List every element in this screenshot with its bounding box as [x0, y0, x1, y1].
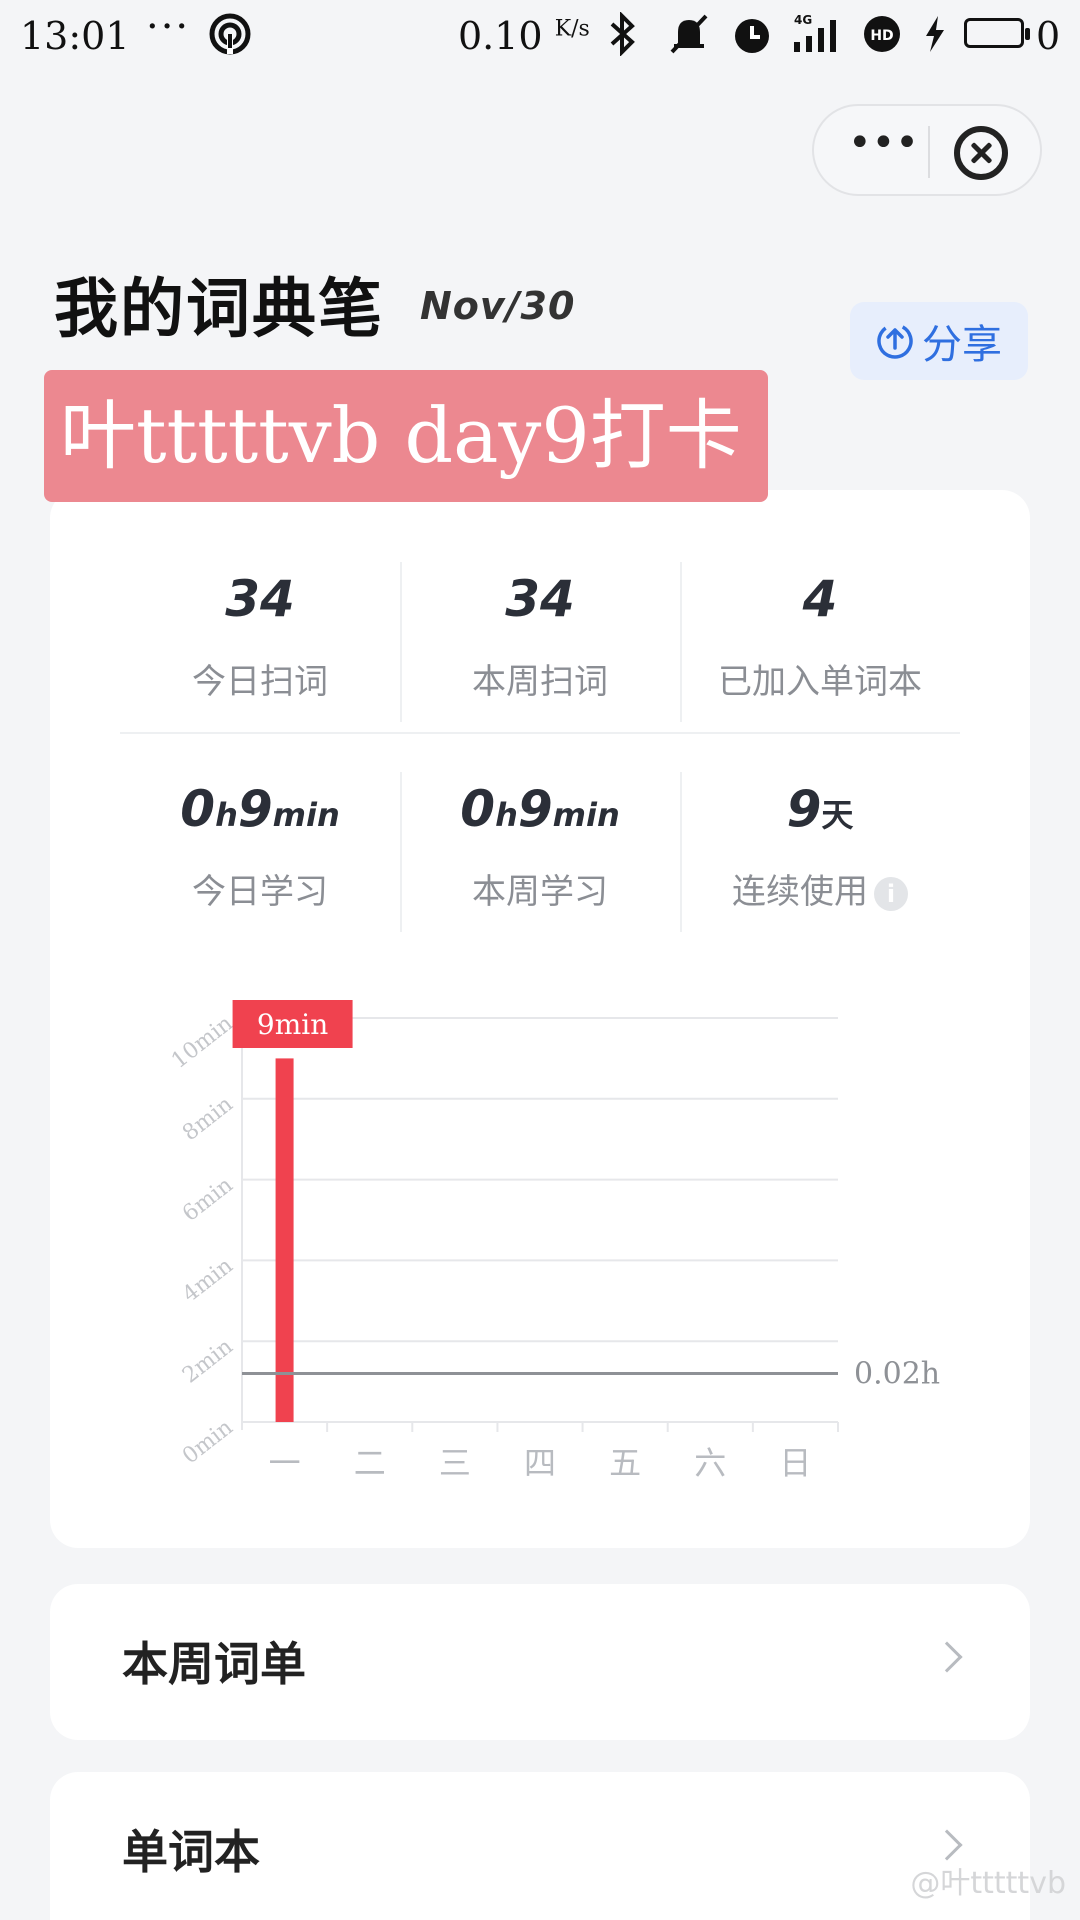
- stat-value: 4: [802, 570, 838, 628]
- y-tick-label: 8min: [178, 1092, 238, 1146]
- date-label: Nov/30: [420, 284, 576, 328]
- share-label: 分享: [922, 322, 1002, 368]
- chevron-right-icon: [931, 1829, 963, 1861]
- stats-row-study: 0h9min 今日学习 0h9min 本周学习 9天 连续使用 i: [120, 772, 960, 942]
- stat-wordbook-added: 4 已加入单词本: [680, 562, 960, 732]
- stat-label: 今日扫词: [192, 662, 328, 702]
- bar-label: 9min: [257, 1008, 328, 1041]
- capsule-divider: [928, 126, 930, 178]
- x-tick-label: 三: [439, 1444, 471, 1482]
- status-bar: 13:01 ··· 0.10 K/s 4G HD 0: [0, 0, 1080, 72]
- x-tick-label: 一: [269, 1444, 301, 1482]
- stats-row-scans: 34 今日扫词 34 本周扫词 4 已加入单词本: [120, 562, 960, 732]
- svg-text:4G: 4G: [794, 13, 812, 27]
- x-tick-label: 日: [779, 1444, 811, 1482]
- stat-value: 9天: [786, 780, 854, 838]
- close-icon[interactable]: [954, 126, 1008, 180]
- share-icon: [877, 323, 913, 359]
- charging-icon: [926, 16, 944, 52]
- stat-value: 0h9min: [460, 780, 620, 838]
- info-icon[interactable]: i: [874, 876, 908, 911]
- page-title: 我的词典笔: [54, 273, 384, 347]
- network-speed: 0.10 K/s: [458, 14, 590, 58]
- list-item-label: 本周词单: [122, 1637, 306, 1691]
- stat-value: 34: [505, 570, 575, 628]
- list-item-label: 单词本: [122, 1825, 260, 1879]
- stat-value: 34: [225, 570, 295, 628]
- bluetooth-icon: [610, 12, 635, 56]
- battery-level: 0: [1036, 14, 1061, 58]
- hd-voice-icon: HD: [864, 16, 900, 52]
- weekly-wordlist-item[interactable]: 本周词单: [50, 1584, 1030, 1740]
- x-tick-label: 五: [609, 1444, 641, 1482]
- share-button[interactable]: 分享: [850, 302, 1028, 380]
- chevron-right-icon: [931, 1641, 963, 1673]
- x-tick-label: 四: [524, 1444, 556, 1482]
- y-tick-label: 2min: [178, 1334, 238, 1388]
- miniprogram-capsule: •••: [812, 104, 1042, 196]
- y-tick-label: 6min: [178, 1173, 238, 1227]
- stat-label: 本周扫词: [472, 662, 608, 702]
- more-options-icon[interactable]: •••: [848, 123, 919, 168]
- cellular-signal-icon: 4G: [794, 13, 836, 52]
- x-tick-label: 二: [354, 1444, 386, 1482]
- y-tick-label: 0min: [178, 1415, 238, 1469]
- checkin-banner: 叶tttttvb day9打卡: [44, 370, 768, 502]
- y-tick-label: 10min: [167, 1011, 238, 1074]
- stat-label: 本周学习: [472, 872, 608, 912]
- stats-divider: [120, 732, 960, 734]
- weekly-study-chart: 0min 2min 4min 6min 8min 10min 一 二 三 四 五 六 日 9min 0.02…: [167, 1000, 940, 1482]
- svg-text:HD: HD: [870, 28, 893, 44]
- stat-label: 连续使用 i: [680, 864, 960, 913]
- y-tick-label: 4min: [178, 1253, 238, 1307]
- status-time: 13:01: [20, 14, 130, 58]
- bar: [275, 1058, 294, 1422]
- stat-value: 0h9min: [180, 780, 340, 838]
- weibo-watermark: @叶tttttvb: [910, 1866, 1066, 1901]
- hotspot-icon: [209, 13, 251, 55]
- x-tick-label: 六: [694, 1444, 726, 1482]
- stat-week-study: 0h9min 本周学习: [400, 772, 680, 942]
- average-line-label: 0.02h: [854, 1357, 940, 1392]
- stat-label: 已加入单词本: [718, 662, 922, 702]
- mute-bell-icon: [670, 14, 708, 54]
- stat-streak-days: 9天 连续使用 i: [680, 772, 960, 942]
- stat-today-study: 0h9min 今日学习: [120, 772, 400, 942]
- stat-week-scans: 34 本周扫词: [400, 562, 680, 732]
- status-more-icon: ···: [146, 4, 191, 50]
- stat-label: 今日学习: [192, 872, 328, 912]
- alarm-icon: [735, 19, 769, 53]
- battery-icon: [964, 18, 1030, 48]
- stat-today-scans: 34 今日扫词: [120, 562, 400, 732]
- wordbook-item[interactable]: 单词本: [50, 1772, 1030, 1920]
